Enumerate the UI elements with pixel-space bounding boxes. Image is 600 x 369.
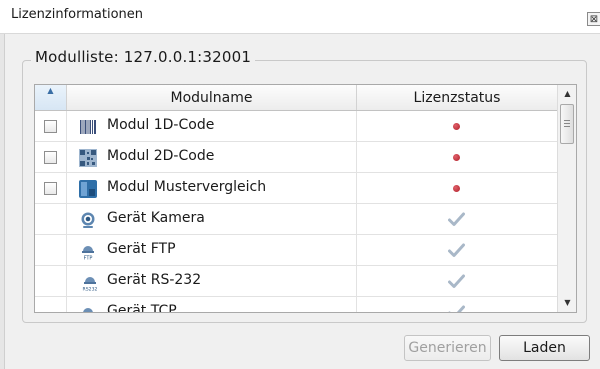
module-name-cell: Modul 2D-Code [67, 142, 357, 173]
licensed-check-icon [448, 212, 465, 227]
not-licensed-dot-icon [453, 154, 460, 161]
ftp-device-icon: FTP [79, 242, 97, 262]
module-name-label: Modul Mustervergleich [107, 179, 267, 195]
module-name-cell: Gerät Kamera [67, 204, 357, 235]
row-checkbox[interactable] [44, 182, 57, 195]
module-name-cell: Modul Mustervergleich [67, 173, 357, 204]
svg-text:FTP: FTP [84, 256, 93, 261]
row-select-cell [35, 204, 67, 235]
close-icon: ⊠ [589, 14, 599, 25]
module-name-cell: FTP Gerät FTP [67, 235, 357, 266]
table-row[interactable]: Gerät TCP [35, 297, 557, 313]
row-select-cell [35, 111, 67, 142]
row-select-cell [35, 142, 67, 173]
license-status-cell [357, 297, 557, 312]
qr-code-icon [79, 149, 97, 167]
module-name-cell: RS232 Gerät RS-232 [67, 266, 357, 297]
generate-button[interactable]: Generieren [404, 335, 491, 361]
license-status-cell [357, 111, 557, 142]
barcode-icon [79, 118, 97, 136]
column-header-license-status[interactable]: Lizenzstatus [357, 85, 557, 110]
select-column-header[interactable]: ▲ [35, 85, 67, 110]
not-licensed-dot-icon [453, 123, 460, 130]
row-select-cell [35, 266, 67, 297]
column-header-module-name[interactable]: Modulname [67, 85, 357, 110]
module-name-label: Modul 2D-Code [107, 148, 215, 164]
license-status-cell [357, 204, 557, 235]
module-name-cell: Gerät TCP [67, 297, 357, 313]
license-status-cell [357, 173, 557, 204]
rs232-device-icon: RS232 [79, 273, 98, 293]
module-name-label: Gerät Kamera [107, 210, 205, 226]
arrow-down-icon: ▼ [564, 298, 571, 307]
module-name-label: Gerät FTP [107, 241, 176, 257]
table-row[interactable]: Gerät Kamera [35, 204, 557, 235]
window-left-edge [0, 34, 5, 369]
module-name-label: Gerät TCP [107, 303, 177, 313]
license-status-cell [357, 266, 557, 297]
table-row[interactable]: RS232 Gerät RS-232 [35, 266, 557, 297]
license-status-cell [357, 235, 557, 266]
load-button[interactable]: Laden [499, 335, 590, 361]
table-row[interactable]: Modul 2D-Code [35, 142, 557, 173]
table-header: ▲ Modulname Lizenzstatus [35, 85, 557, 111]
title-bar: Lizenzinformationen [0, 0, 600, 34]
table-row[interactable]: FTP Gerät FTP [35, 235, 557, 266]
tcp-device-icon [79, 304, 97, 312]
license-status-cell [357, 142, 557, 173]
svg-text:RS232: RS232 [83, 287, 98, 292]
pattern-match-icon [79, 180, 97, 198]
camera-icon [79, 211, 97, 229]
table-row[interactable]: Modul 1D-Code [35, 111, 557, 142]
scroll-down-button[interactable]: ▼ [558, 294, 576, 312]
grip-icon [564, 120, 570, 127]
close-button[interactable]: ⊠ [587, 12, 600, 26]
row-select-cell [35, 173, 67, 204]
module-table: ▲ Modulname Lizenzstatus Modul 1D-Code Mo… [34, 84, 577, 313]
licensed-check-icon [448, 305, 465, 312]
scroll-up-button[interactable]: ▲ [558, 85, 576, 103]
not-licensed-dot-icon [453, 185, 460, 192]
vertical-scrollbar[interactable]: ▲ ▼ [557, 85, 576, 312]
module-name-cell: Modul 1D-Code [67, 111, 357, 142]
sort-ascending-icon: ▲ [47, 86, 54, 95]
scroll-thumb[interactable] [560, 104, 574, 144]
row-select-cell [35, 297, 67, 312]
table-row[interactable]: Modul Mustervergleich [35, 173, 557, 204]
row-select-cell [35, 235, 67, 266]
row-checkbox[interactable] [44, 120, 57, 133]
row-checkbox[interactable] [44, 151, 57, 164]
arrow-up-icon: ▲ [564, 89, 571, 98]
window-title: Lizenzinformationen [11, 7, 144, 22]
licensed-check-icon [448, 274, 465, 289]
module-name-label: Modul 1D-Code [107, 117, 215, 133]
module-name-label: Gerät RS-232 [107, 272, 202, 288]
licensed-check-icon [448, 243, 465, 258]
module-list-title: Modulliste: 127.0.0.1:32001 [31, 48, 256, 66]
